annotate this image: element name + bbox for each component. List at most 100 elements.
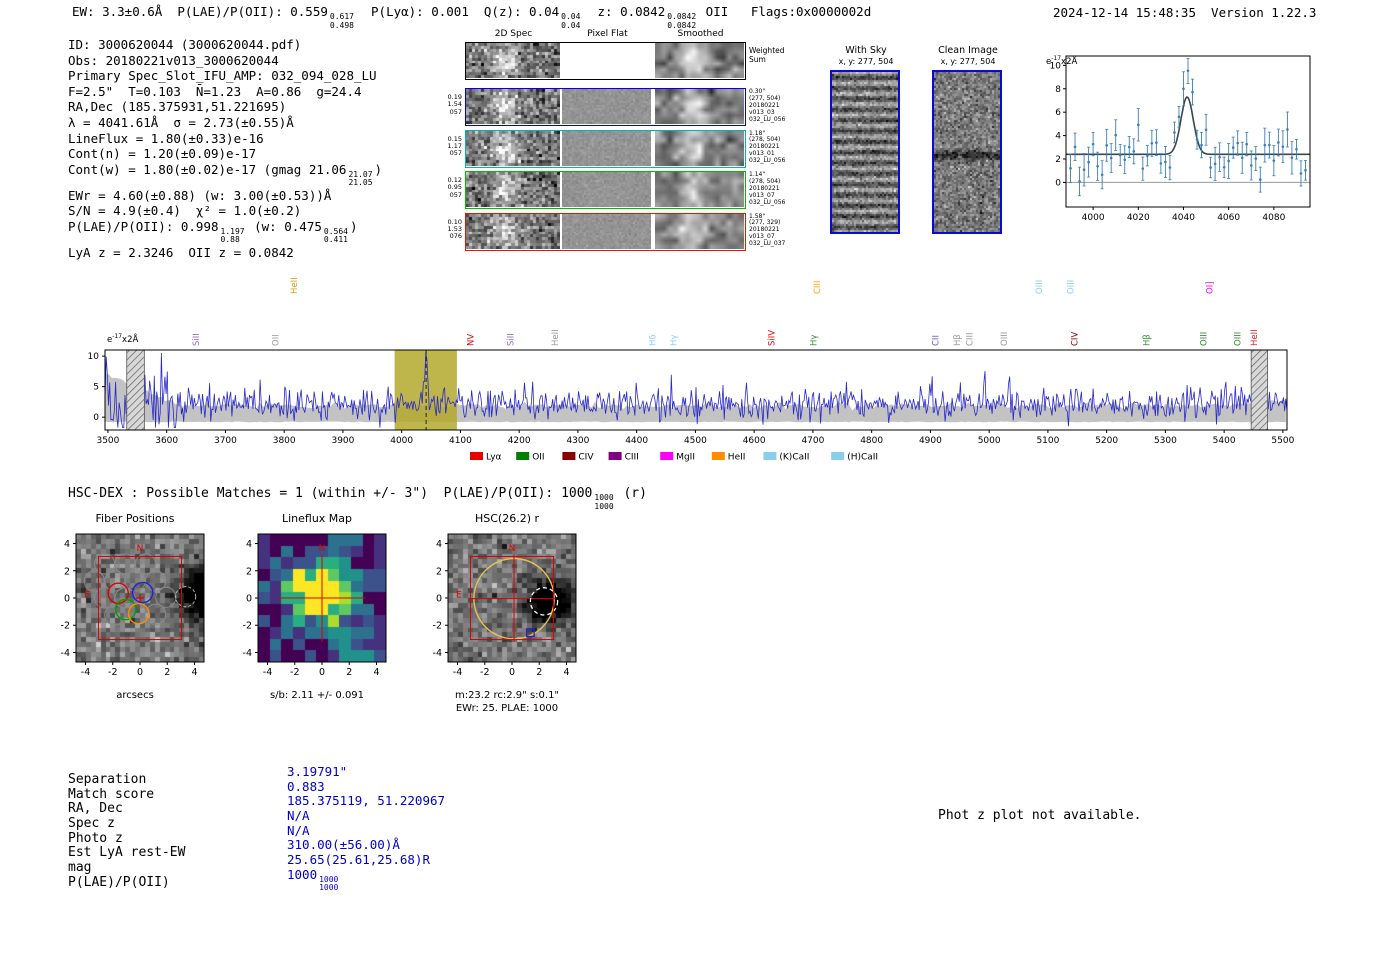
- svg-el: -4 -4 -2 -2 0 0 2 2 4 4 N E: [61, 533, 205, 678]
- cutout-panel: HSC(26.2) r -4 -4 -2 -2 0 0 2 2 4 4 N Em:23.2 rc:2.9…: [412, 512, 602, 727]
- cutout-title: Lineflux Map: [281, 512, 353, 525]
- annotation-line: 032_LU_037: [749, 240, 786, 248]
- info-line: S/N = 4.9(±0.4) χ² = 1.0(±0.2): [68, 203, 382, 219]
- text-run: (r): [615, 486, 647, 501]
- text-el: 0: [64, 594, 70, 605]
- text-run: 310.00(±56.00)Å: [287, 837, 400, 853]
- circle-el: [1231, 146, 1235, 149]
- info-line: λ = 4041.61Å σ = 2.73(±0.55)Å: [68, 115, 382, 131]
- spec2d-image: [466, 172, 560, 207]
- annotation-line: 032_LU_056: [749, 198, 786, 206]
- emission-line-label: OIII: [1067, 280, 1077, 294]
- rect-el: [562, 452, 576, 460]
- left-value: 076: [449, 232, 462, 241]
- text-el: 2: [64, 566, 70, 577]
- text-run: F=2.5" T=0.103 N̄=1.23 A=0.86 g=24.4: [68, 83, 362, 99]
- circle-el: [1295, 147, 1298, 151]
- weighted-sum-label: Weighted Sum: [749, 46, 785, 64]
- circle-el: [1200, 143, 1203, 147]
- circle-el: [1286, 128, 1289, 131]
- text-el: 5500: [1271, 436, 1294, 446]
- emission-line-label: OII: [271, 334, 281, 346]
- text-el: 8: [1055, 85, 1061, 95]
- cutout-title: HSC(26.2) r: [474, 512, 540, 525]
- text-run: z: 0.0842: [582, 4, 666, 19]
- info-line: LyA z = 2.3246 OII z = 0.0842: [68, 245, 382, 261]
- text-el: 6: [1055, 108, 1061, 118]
- annotation-line: 032_LU_056: [749, 157, 786, 165]
- text-el: 5200: [1095, 436, 1118, 446]
- circle-el: [1136, 123, 1140, 127]
- svg-el: -4 -4 -2 -2 0 0 2 2 4 4 N: [243, 533, 387, 678]
- spec2d-row-annotations: 0.30" (277, 504) 20180221 v013_03 032_LU_056: [749, 88, 799, 124]
- full-spectrum-plot: 3500 3600 3700 3800 3900 4000 4100 4200 4300 4400…: [0, 260, 1400, 479]
- text-el: -2: [480, 667, 489, 678]
- match-row-label: Match score: [68, 786, 155, 802]
- photz-note: Phot z plot not available.: [938, 808, 1142, 823]
- circle-el: [1227, 159, 1230, 163]
- emission-line-label: HeII: [290, 277, 300, 294]
- circle-el: [1132, 150, 1136, 153]
- text-el: 2: [536, 667, 542, 678]
- emission-line-label: Hβ: [1143, 334, 1153, 346]
- emission-line-label: Hδ: [649, 334, 659, 346]
- text-el: -2: [108, 667, 117, 678]
- spec2d-strip: [465, 171, 746, 209]
- circle-el: [1164, 160, 1167, 164]
- circle-el: [1096, 165, 1099, 168]
- circle-el: [1105, 143, 1108, 147]
- spec2d-row-left-values: 0.15 1.17 057: [442, 135, 462, 158]
- text-run: RA,Dec (185.375931,51.221695): [68, 99, 287, 115]
- circle-el: [1213, 162, 1217, 166]
- hsc-match-summary: HSC-DEX : Possible Matches = 1 (within +…: [68, 486, 647, 511]
- circle-el: [175, 586, 197, 608]
- header-summary-line: EW: 3.3±0.6Å P(LAE)/P(OII): 0.559 0.617 0.…: [72, 4, 871, 30]
- circle-el: [1123, 158, 1127, 162]
- text-el: 0: [509, 667, 515, 678]
- compass-north: N: [319, 544, 326, 554]
- cutout-caption: EWr: 25. PLAE: 1000: [455, 703, 559, 714]
- info-line: Obs: 20180221v013_3000620044: [68, 53, 382, 69]
- text-el: 5400: [1213, 436, 1236, 446]
- text-el: 2: [1055, 155, 1061, 165]
- spec2d-strip: [465, 88, 746, 126]
- annotation-line: 032_LU_056: [749, 115, 786, 123]
- match-row-value: 0.883: [287, 779, 445, 794]
- info-line: F=2.5" T=0.103 N̄=1.23 A=0.86 g=24.4: [68, 84, 382, 100]
- circle-el: [1118, 153, 1122, 157]
- rect-el: [608, 452, 622, 460]
- rect-el: [126, 349, 145, 431]
- svg-el: -4 -4 -2 -2 0 0 2 2 4 4 N E: [433, 533, 577, 678]
- compass-east: E: [84, 590, 90, 600]
- circle-el: [114, 598, 137, 621]
- text-el: 3800: [273, 436, 296, 446]
- emission-line-label: Hβ: [953, 334, 963, 346]
- compass-north: N: [137, 544, 144, 554]
- text-run: 1000: [287, 866, 318, 882]
- text-el: 4: [436, 539, 442, 550]
- circle-el: [1127, 145, 1131, 149]
- spec2d-image: [466, 43, 560, 78]
- match-row-value: 185.375119, 51.220967: [287, 793, 445, 808]
- text-el: -4: [243, 648, 252, 659]
- emission-line-label: HeII: [1250, 329, 1260, 346]
- info-line: LineFlux = 1.80(±0.33)e-16: [68, 131, 382, 147]
- text-el: 4100: [449, 436, 472, 446]
- emission-line-label: CIV: [1070, 332, 1080, 346]
- text-el: 3500: [96, 436, 119, 446]
- match-row-label: P(LAE)/P(OII): [68, 874, 170, 890]
- span-el: 0.498: [329, 20, 354, 30]
- text-el: 4: [191, 667, 197, 678]
- text-run: 185.375119, 51.220967: [287, 793, 446, 809]
- circle-el: [1150, 141, 1154, 145]
- text-run: ): [349, 218, 358, 234]
- emission-line-label: HeII: [551, 329, 561, 346]
- text-el: 4400: [625, 436, 648, 446]
- span-el: 0.88: [220, 235, 240, 245]
- left-value: 057: [449, 149, 462, 158]
- circle-el: [1218, 155, 1221, 159]
- circle-el: [1204, 128, 1208, 132]
- text-el: -2: [433, 621, 442, 632]
- circle-el: [1146, 154, 1149, 158]
- text-el: 5100: [1036, 436, 1059, 446]
